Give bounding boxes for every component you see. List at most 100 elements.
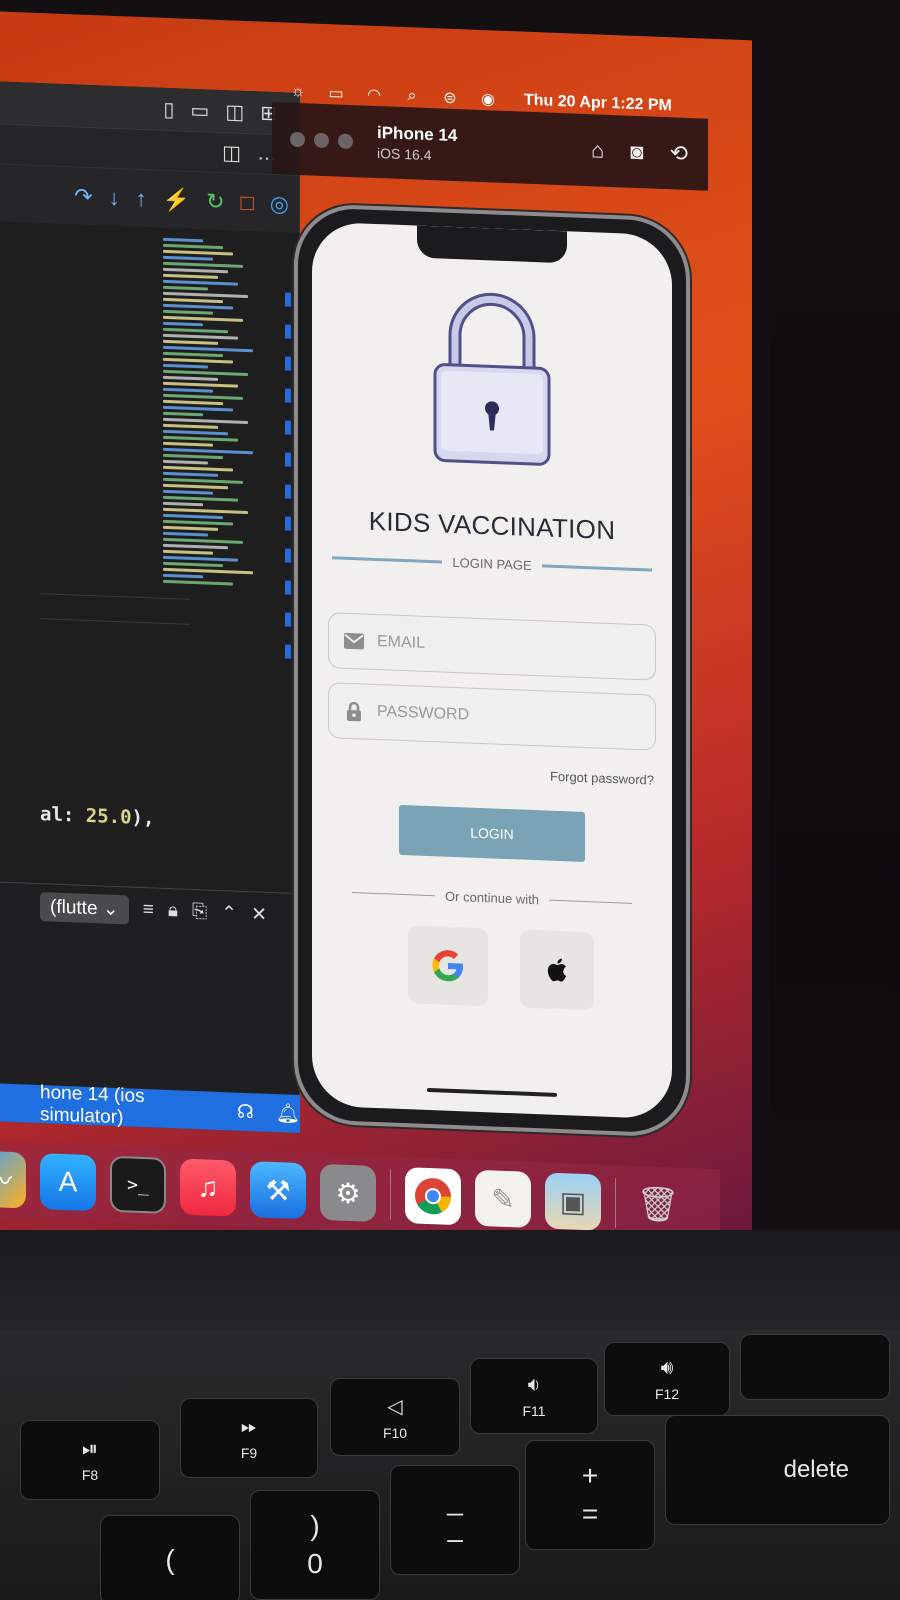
subtitle-row: LOGIN PAGE xyxy=(332,550,653,577)
dock-separator xyxy=(615,1178,616,1229)
key-f11[interactable]: 🔉︎ F11 xyxy=(470,1358,598,1434)
simulator-window: iPhone 14 iOS 16.4 ⌂ ◙ ⟲ KIDS VACCINATIO… xyxy=(272,101,708,1159)
continue-divider: Or continue with xyxy=(352,885,632,911)
app-store-icon[interactable]: A xyxy=(40,1153,96,1212)
forgot-password-link[interactable]: Forgot password? xyxy=(550,769,654,788)
battery-icon[interactable]: ▭ xyxy=(324,84,348,103)
key-delete[interactable]: delete xyxy=(665,1415,890,1525)
email-field[interactable]: EMAIL xyxy=(328,612,656,681)
key-label: F9 xyxy=(240,1444,258,1461)
code-text: al: xyxy=(40,803,86,827)
terminal-panel: (flutte ⌄ ≡ 🔒︎ ⎘ ⌃ ✕ xyxy=(0,881,299,1094)
close-panel-icon[interactable]: ✕ xyxy=(251,903,267,927)
siri-icon[interactable]: ◉ xyxy=(476,90,500,109)
freeform-app-icon[interactable]: 〰 xyxy=(0,1150,26,1209)
control-center-icon[interactable]: ⊜ xyxy=(438,88,462,108)
key-f12[interactable]: 🔊︎ F12 xyxy=(604,1342,730,1416)
laptop-keyboard: ⏯ F8 ⏩︎ F9 ◁ F10 🔉︎ F11 🔊︎ F12 ( ) 0 _ –… xyxy=(0,1330,900,1600)
maximize-panel-icon[interactable]: ⌃ xyxy=(221,902,237,926)
email-placeholder: EMAIL xyxy=(377,633,426,652)
close-window-button[interactable] xyxy=(290,131,305,147)
key-label: delete xyxy=(783,1456,849,1483)
stop-icon[interactable]: □ xyxy=(241,189,254,216)
lock-icon xyxy=(343,701,365,722)
sidebar-toggle-icon[interactable]: ▯ xyxy=(163,96,174,121)
code-editor[interactable]: al: 25.0), xyxy=(0,221,299,894)
device-name: iPhone 14 xyxy=(377,123,458,146)
textedit-app-icon[interactable]: ✎ xyxy=(475,1169,531,1228)
open-log-icon[interactable]: ⎘ xyxy=(192,901,207,924)
continue-label: Or continue with xyxy=(445,888,539,908)
preview-app-icon[interactable]: ▣ xyxy=(545,1172,601,1231)
key-label: F12 xyxy=(654,1385,680,1402)
iphone-frame: KIDS VACCINATION LOGIN PAGE EMAIL PASSWO… xyxy=(294,202,690,1139)
search-icon[interactable]: ⌕ xyxy=(400,87,424,106)
device-status[interactable]: hone 14 (ios simulator) xyxy=(40,1082,215,1133)
home-indicator xyxy=(427,1087,557,1097)
simulator-device-info: iPhone 14 iOS 16.4 xyxy=(377,123,457,164)
system-settings-icon[interactable]: ⚙ xyxy=(320,1163,376,1222)
code-text: ), xyxy=(131,806,155,830)
subtitle-line xyxy=(541,564,653,572)
minimap[interactable] xyxy=(163,237,263,662)
key-equals[interactable]: + = xyxy=(525,1440,655,1550)
page-subtitle: LOGIN PAGE xyxy=(452,554,532,573)
feedback-icon[interactable]: ☊ xyxy=(237,1100,254,1124)
lock-scroll-icon[interactable]: 🔒︎ xyxy=(168,900,178,922)
google-login-button[interactable] xyxy=(408,925,488,1007)
screenshot-icon[interactable]: ◙ xyxy=(630,139,643,166)
login-button[interactable]: LOGIN xyxy=(399,804,585,863)
key-f8[interactable]: ⏯ F8 xyxy=(20,1420,160,1500)
key-9[interactable]: ( xyxy=(100,1515,240,1600)
terminal-app-icon[interactable]: >_ xyxy=(110,1155,166,1214)
xcode-app-icon[interactable]: ⚒ xyxy=(250,1161,306,1220)
key-label: 0 xyxy=(307,1548,323,1579)
music-app-icon[interactable]: ♫ xyxy=(180,1158,236,1217)
volume-down-icon: 🔉︎ xyxy=(527,1373,541,1396)
zoom-window-button[interactable] xyxy=(338,133,353,149)
key-f10[interactable]: ◁ F10 xyxy=(330,1378,460,1456)
dock-separator xyxy=(390,1169,391,1220)
step-into-icon[interactable]: ↓ xyxy=(109,184,120,210)
code-line: al: 25.0), xyxy=(40,803,154,829)
key-label: = xyxy=(581,1498,599,1529)
google-icon xyxy=(432,950,463,982)
key-power[interactable] xyxy=(740,1334,890,1400)
home-icon[interactable]: ⌂ xyxy=(591,137,604,164)
ide-window: ▯ ▭ ◫ ⊞ ◫ … ↷ ↓ ↑ ⚡ ↻ □ ◎ al: 25.0), (fl… xyxy=(0,81,300,1134)
window-controls xyxy=(290,131,353,149)
wifi-icon[interactable]: ◠ xyxy=(362,85,386,105)
key-0[interactable]: ) 0 xyxy=(250,1490,380,1600)
photo-stage: ▯ ▭ ◫ ⊞ ◫ … ↷ ↓ ↑ ⚡ ↻ □ ◎ al: 25.0), (fl… xyxy=(0,0,900,1600)
restart-icon[interactable]: ↻ xyxy=(206,188,224,215)
key-label: F8 xyxy=(81,1466,99,1483)
step-out-icon[interactable]: ↑ xyxy=(136,185,147,211)
key-minus[interactable]: _ – xyxy=(390,1465,520,1575)
key-f9[interactable]: ⏩︎ F9 xyxy=(180,1398,318,1478)
password-field[interactable]: PASSWORD xyxy=(328,682,656,751)
chrome-app-icon[interactable] xyxy=(405,1167,461,1226)
app-title: KIDS VACCINATION xyxy=(368,505,616,546)
password-placeholder: PASSWORD xyxy=(377,703,470,724)
divider-line xyxy=(352,892,436,897)
split-layout-icon[interactable]: ◫ xyxy=(225,99,244,125)
step-over-icon[interactable]: ↷ xyxy=(74,183,92,210)
clear-terminal-icon[interactable]: ≡ xyxy=(143,899,154,921)
brightness-icon[interactable]: ☼ xyxy=(286,83,310,102)
rotate-icon[interactable]: ⟲ xyxy=(670,140,688,167)
phone-screen: KIDS VACCINATION LOGIN PAGE EMAIL PASSWO… xyxy=(312,221,672,1120)
hot-reload-icon[interactable]: ⚡ xyxy=(163,186,190,213)
panel-toggle-icon[interactable]: ▭ xyxy=(190,97,209,123)
split-editor-icon[interactable]: ◫ xyxy=(222,140,241,166)
key-label: F10 xyxy=(382,1424,408,1441)
notch xyxy=(417,225,567,264)
apple-login-button[interactable] xyxy=(520,929,594,1011)
minimize-window-button[interactable] xyxy=(314,132,329,148)
os-version: iOS 16.4 xyxy=(377,145,432,164)
trash-icon[interactable]: 🗑︎ xyxy=(630,1176,686,1234)
simulator-titlebar: iPhone 14 iOS 16.4 ⌂ ◙ ⟲ xyxy=(272,101,708,191)
terminal-select[interactable]: (flutte ⌄ xyxy=(40,891,129,924)
key-label: F11 xyxy=(522,1402,546,1419)
terminal-select-label: (flutte xyxy=(50,895,98,919)
simulator-actions: ⌂ ◙ ⟲ xyxy=(591,137,688,167)
